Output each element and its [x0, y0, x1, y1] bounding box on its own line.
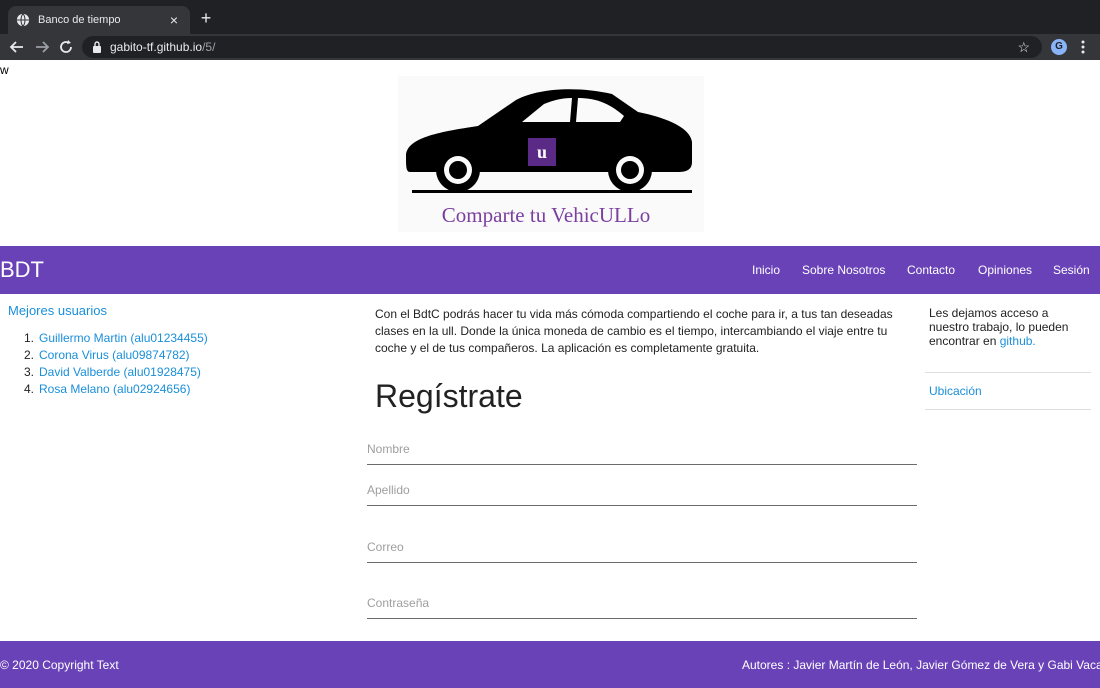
user-link[interactable]: Rosa Melano (alu02924656) [39, 381, 190, 398]
browser-toolbar: gabito-tf.github.io/5/ ☆ G [0, 34, 1100, 60]
list-number: 1. [24, 331, 35, 345]
url-path: /5/ [202, 40, 216, 54]
nav-contacto[interactable]: Contacto [907, 263, 955, 277]
apellido-input[interactable] [367, 483, 917, 505]
footer-copyright: © 2020 Copyright Text [0, 658, 119, 672]
list-number: 2. [24, 348, 35, 362]
sidebar-divider [925, 409, 1091, 410]
browser-tab[interactable]: Banco de tiempo × [8, 6, 190, 34]
intro-paragraph: Con el BdtC podrás hacer tu vida más cóm… [375, 307, 893, 355]
browser-tabstrip: Banco de tiempo × + [0, 0, 1100, 34]
nav-opiniones[interactable]: Opiniones [978, 263, 1032, 277]
ubicacion-link[interactable]: Ubicación [929, 384, 982, 398]
nav-sobre-nosotros[interactable]: Sobre Nosotros [802, 263, 885, 277]
correo-field [367, 538, 917, 563]
url-host: gabito-tf.github.io [110, 40, 203, 54]
tab-title: Banco de tiempo [38, 14, 121, 26]
url-text: gabito-tf.github.io/5/ [110, 40, 215, 54]
best-users-title: Mejores usuarios [8, 303, 107, 318]
stray-text: w [0, 63, 9, 77]
best-users-list: 1. Guillermo Martin (alu01234455) 2. Coron… [24, 330, 208, 398]
menu-dots-icon[interactable] [1078, 38, 1088, 56]
sidebar-text: Les dejamos acceso a nuestro trabajo, lo… [929, 306, 1089, 348]
list-item: 2. Corona Virus (alu09874782) [24, 347, 208, 364]
nav-inicio[interactable]: Inicio [752, 263, 780, 277]
register-title: Regístrate [375, 378, 523, 414]
list-item: 3. David Valberde (alu01928475) [24, 364, 208, 381]
brand-link[interactable]: BDT [0, 257, 44, 283]
reload-icon[interactable] [58, 39, 74, 55]
nombre-input[interactable] [367, 442, 917, 464]
sidebar-divider [925, 372, 1091, 373]
forward-arrow-icon[interactable] [34, 39, 50, 55]
star-icon[interactable]: ☆ [1017, 39, 1030, 56]
nav-sesion[interactable]: Sesión [1053, 263, 1090, 277]
address-bar[interactable]: gabito-tf.github.io/5/ ☆ [82, 36, 1042, 58]
footer-authors: Autores : Javier Martín de León, Javier … [742, 658, 1100, 672]
globe-icon [16, 13, 30, 27]
footer: © 2020 Copyright Text Autores : Javier M… [0, 641, 1100, 688]
contrasena-field [367, 594, 917, 619]
user-link[interactable]: Guillermo Martin (alu01234455) [39, 330, 208, 347]
logo-caption: Comparte tu VehicULLo [441, 203, 651, 227]
list-number: 4. [24, 382, 35, 396]
nombre-field [367, 440, 917, 465]
correo-input[interactable] [367, 540, 917, 562]
contrasena-input[interactable] [367, 596, 917, 618]
lock-icon [93, 41, 101, 53]
new-tab-button[interactable]: + [198, 9, 214, 27]
user-link[interactable]: David Valberde (alu01928475) [39, 364, 201, 381]
profile-avatar[interactable]: G [1051, 39, 1067, 55]
github-link[interactable]: github. [1000, 334, 1036, 348]
back-arrow-icon[interactable] [9, 39, 25, 55]
navbar: BDT Inicio Sobre Nosotros Contacto Opini… [0, 246, 1100, 294]
user-link[interactable]: Corona Virus (alu09874782) [39, 347, 190, 364]
logo-badge: u [537, 142, 547, 162]
sidebar-paragraph: Les dejamos acceso a nuestro trabajo, lo… [929, 306, 1069, 348]
list-item: 4. Rosa Melano (alu02924656) [24, 381, 208, 398]
tab-close-button[interactable]: × [166, 13, 182, 27]
list-number: 3. [24, 365, 35, 379]
list-item: 1. Guillermo Martin (alu01234455) [24, 330, 208, 347]
apellido-field [367, 481, 917, 506]
